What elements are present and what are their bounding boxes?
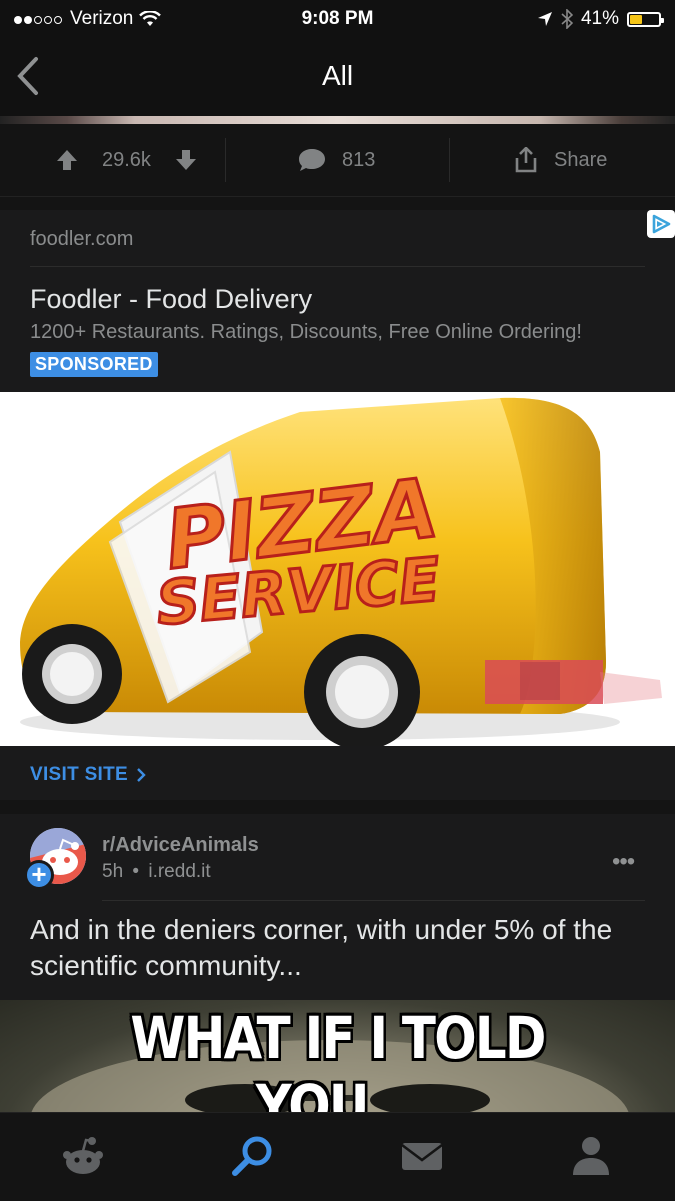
post-source[interactable]: i.redd.it	[148, 861, 210, 882]
page-title: All	[321, 60, 354, 91]
share-button[interactable]: Share	[514, 124, 607, 196]
adchoices-icon[interactable]	[647, 210, 675, 238]
post-action-bar: 29.6k 813 Share	[0, 124, 675, 197]
comment-bubble-icon	[299, 149, 325, 171]
post-title[interactable]: And in the deniers corner, with under 5%…	[30, 912, 640, 984]
pizza-van-illustration: PIZZA SERVICE	[20, 397, 662, 746]
chevron-right-icon	[137, 768, 146, 782]
battery-percentage: 41%	[580, 8, 619, 29]
post-meta: 5h • i.redd.it	[102, 861, 211, 883]
bluetooth-icon	[561, 9, 573, 29]
ad-domain[interactable]: foodler.com	[30, 228, 133, 251]
share-label: Share	[554, 148, 608, 171]
inbox-icon[interactable]	[397, 1131, 447, 1181]
status-indicators: 41%	[537, 8, 664, 30]
visit-site-button[interactable]: VISIT SITE	[30, 764, 146, 786]
previous-post-image[interactable]	[0, 116, 675, 124]
status-bar: Verizon 9:08 PM 41%	[0, 0, 675, 38]
post-age: 5h	[102, 861, 124, 882]
upvote-arrow-icon[interactable]	[56, 149, 78, 171]
bottom-tab-bar	[0, 1112, 675, 1201]
subreddit-name[interactable]: r/AdviceAnimals	[102, 834, 259, 857]
comment-count: 813	[342, 148, 376, 171]
divider	[225, 138, 226, 182]
more-options-icon[interactable]: •••	[612, 848, 635, 876]
divider	[102, 900, 645, 901]
ad-image-pizza-van[interactable]: PIZZA SERVICE	[0, 392, 675, 746]
ad-title[interactable]: Foodler - Food Delivery	[30, 284, 312, 315]
comments-button[interactable]: 813	[298, 124, 375, 196]
divider	[30, 266, 645, 267]
share-icon	[515, 147, 537, 173]
battery-icon	[627, 11, 664, 27]
sponsored-badge: SPONSORED	[30, 352, 158, 377]
profile-icon[interactable]	[566, 1131, 616, 1181]
location-arrow-icon	[537, 12, 552, 26]
separator-dot: •	[132, 861, 140, 882]
post-image[interactable]: WHAT IF I TOLD YOU...	[0, 1000, 675, 1112]
search-icon[interactable]	[228, 1131, 278, 1181]
home-icon[interactable]	[58, 1131, 108, 1181]
downvote-arrow-icon[interactable]	[175, 149, 197, 171]
vote-score: 29.6k	[102, 148, 151, 171]
vote-controls: 29.6k	[56, 124, 197, 196]
join-subreddit-button[interactable]: +	[24, 860, 54, 890]
navigation-bar: All	[0, 38, 675, 116]
meme-caption: WHAT IF I TOLD YOU...	[130, 1004, 546, 1112]
visit-site-label: VISIT SITE	[30, 764, 129, 785]
ad-description: 1200+ Restaurants. Ratings, Discounts, F…	[30, 321, 582, 343]
divider	[449, 138, 450, 182]
